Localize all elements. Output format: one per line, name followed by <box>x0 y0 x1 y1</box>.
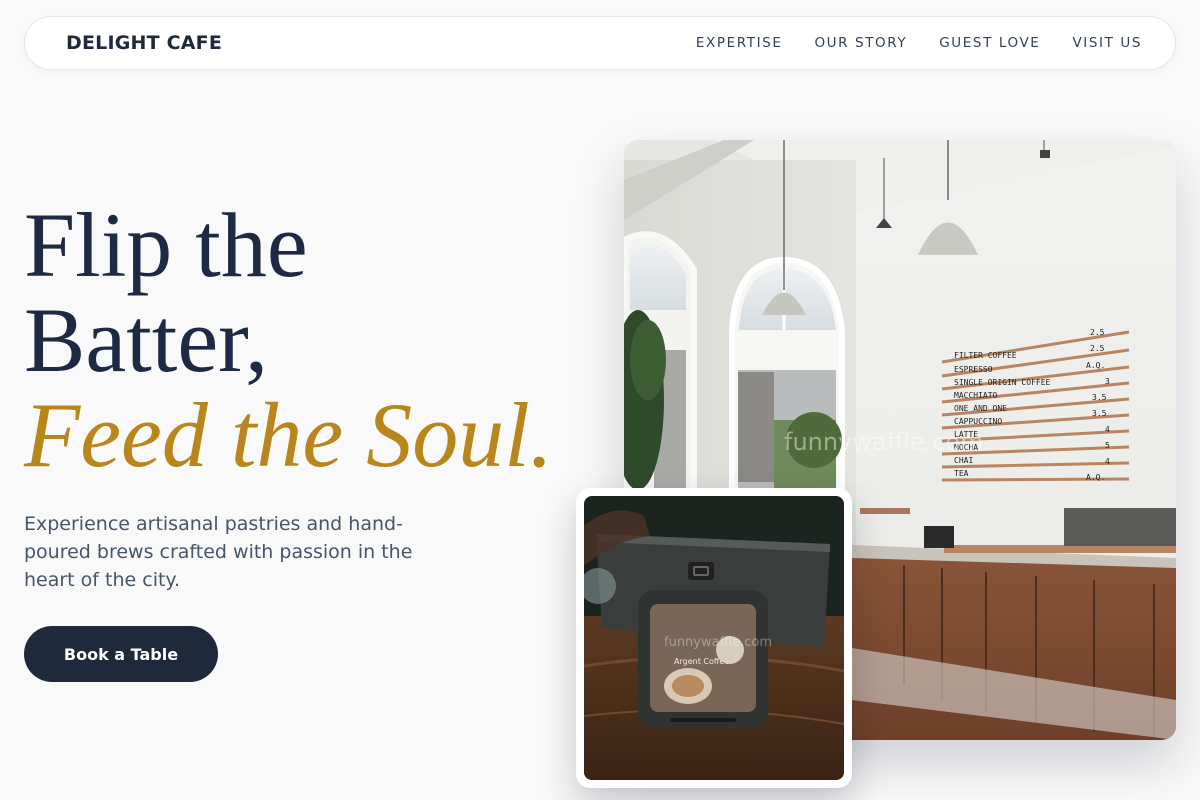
menu-price: A.Q. <box>1086 473 1105 482</box>
navbar: DELIGHT CAFE EXPERTISE OUR STORY GUEST L… <box>24 16 1176 70</box>
book-table-button[interactable]: Book a Table <box>24 626 218 682</box>
menu-item: MACCHIATO <box>954 391 998 400</box>
tablet-watermark: funnywaffle.com <box>664 635 772 650</box>
nav-link-our-story[interactable]: OUR STORY <box>814 35 907 51</box>
menu-price: A.Q. <box>1086 361 1105 370</box>
menu-item: TEA <box>954 469 969 478</box>
nav-links: EXPERTISE OUR STORY GUEST LOVE VISIT US <box>664 35 1142 51</box>
menu-item: CAPPUCCINO <box>954 417 1002 426</box>
menu-item: SINGLE ORIGIN COFFEE <box>954 378 1051 387</box>
menu-price: 3.5 <box>1092 393 1107 402</box>
menu-price: 3.5 <box>1092 409 1107 418</box>
watermark-text: funnywaffle.com <box>784 428 983 456</box>
menu-price: 4 <box>1105 425 1110 434</box>
brand-logo[interactable]: DELIGHT CAFE <box>66 32 222 54</box>
menu-item: CHAI <box>954 456 973 465</box>
hero-title: Flip the Batter, Feed the Soul. <box>24 198 553 483</box>
menu-item: ONE AND ONE <box>954 404 1007 413</box>
menu-price: 2.5 <box>1090 344 1105 353</box>
menu-price: 2.5 <box>1090 328 1105 337</box>
hero-subtitle: Experience artisanal pastries and hand-p… <box>24 513 413 591</box>
menu-item: ESPRESSO <box>954 365 993 374</box>
customer-display: Argent Coffee <box>638 590 768 728</box>
menu-item: FILTER COFFEE <box>954 351 1017 360</box>
menu-price: 4 <box>1105 457 1110 466</box>
nav-link-guest-love[interactable]: GUEST LOVE <box>939 35 1040 51</box>
menu-price: 5 <box>1105 441 1110 450</box>
hero-title-line-1: Flip the <box>24 194 308 296</box>
hero-title-accent: Feed the Soul. <box>24 384 553 486</box>
nav-link-expertise[interactable]: EXPERTISE <box>696 35 783 51</box>
menu-price: 3 <box>1105 377 1110 386</box>
tablet-pos-photo: Argent Coffee funnywaffle.com <box>576 488 852 788</box>
nav-link-visit-us[interactable]: VISIT US <box>1072 35 1142 51</box>
hero-title-line-2: Batter, <box>24 289 269 391</box>
